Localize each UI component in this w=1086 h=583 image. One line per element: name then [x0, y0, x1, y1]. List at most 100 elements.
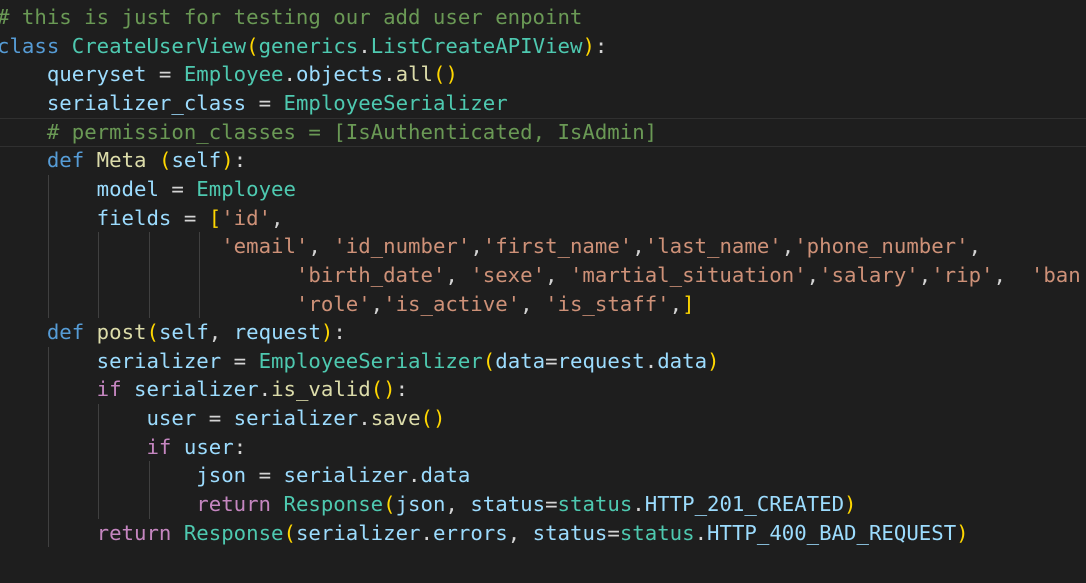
code-token: .: [383, 62, 396, 87]
code-token: model: [96, 176, 159, 201]
code-line[interactable]: if user:: [0, 433, 246, 462]
code-token: ,: [669, 291, 683, 316]
code-token: request: [233, 320, 321, 345]
code-token: generics: [258, 33, 359, 58]
code-token: (: [146, 320, 159, 345]
code-token: 'last_name': [644, 234, 782, 259]
code-token: fields: [96, 205, 172, 230]
code-token: Meta: [96, 148, 147, 173]
code-token: .: [283, 62, 296, 87]
code-token: 'id': [221, 205, 272, 230]
code-token: serializer: [233, 406, 359, 431]
code-line[interactable]: # permission_classes = [IsAuthenticated,…: [0, 118, 657, 147]
code-line[interactable]: 'birth_date', 'sexe', 'martial_situation…: [0, 261, 1081, 290]
code-token: :: [395, 377, 409, 402]
code-token: 'phone_number': [794, 234, 969, 259]
code-token: # this is just for testing our add user …: [0, 5, 583, 29]
code-line[interactable]: # this is just for testing our add user …: [0, 3, 582, 32]
code-token: if: [146, 434, 172, 459]
code-token: status: [557, 492, 633, 517]
code-token: =: [607, 520, 620, 545]
code-token: self: [171, 148, 222, 173]
code-line[interactable]: user = serializer.save(): [0, 404, 445, 433]
code-line[interactable]: model = Employee: [0, 175, 296, 204]
code-token: [: [208, 205, 222, 230]
code-line[interactable]: 'email', 'id_number','first_name','last_…: [0, 232, 981, 261]
code-token: (: [283, 520, 296, 545]
code-token: .: [420, 520, 433, 545]
code-token: ): [707, 348, 720, 373]
code-token: .: [694, 520, 708, 545]
code-token: # permission_classes = [IsAuthenticated,…: [46, 119, 658, 144]
code-token: data: [420, 463, 471, 488]
code-line[interactable]: 'role','is_active', 'is_staff',]: [0, 290, 695, 319]
code-token: is_valid: [271, 377, 371, 402]
code-token: status: [532, 520, 608, 545]
code-token: data: [657, 348, 708, 373]
code-line[interactable]: def post(self, request):: [0, 318, 346, 347]
code-token: (: [158, 148, 172, 173]
code-token: ]: [682, 291, 695, 316]
code-line[interactable]: json = serializer.data: [0, 461, 470, 490]
code-line[interactable]: fields = ['id',: [0, 204, 284, 233]
code-token: =: [545, 348, 558, 373]
code-token: ,: [445, 262, 471, 287]
code-token: (): [420, 406, 446, 431]
code-token: ,: [632, 234, 645, 259]
code-line[interactable]: serializer = EmployeeSerializer(data=req…: [0, 347, 720, 376]
code-token: ): [956, 520, 969, 545]
code-token: json: [395, 492, 446, 517]
code-token: =: [171, 205, 209, 230]
code-token: CreateUserView: [71, 33, 247, 58]
code-token: ,: [271, 205, 284, 230]
code-token: =: [221, 348, 259, 373]
code-token: :: [233, 148, 247, 173]
code-line[interactable]: serializer_class = EmployeeSerializer: [0, 89, 508, 118]
code-token: :: [594, 33, 608, 58]
code-token: 'is_staff': [545, 291, 670, 316]
code-token: ,: [545, 262, 570, 287]
code-line[interactable]: if serializer.is_valid():: [0, 375, 408, 404]
code-token: EmployeeSerializer: [283, 90, 508, 115]
code-line[interactable]: queryset = Employee.objects.all(): [0, 60, 458, 89]
code-token: status: [619, 520, 695, 545]
code-token: (): [370, 377, 396, 402]
code-token: Response: [283, 492, 384, 517]
code-token: ,: [520, 291, 546, 316]
code-line[interactable]: return Response(serializer.errors, statu…: [0, 519, 969, 548]
code-line[interactable]: return Response(json, status=status.HTTP…: [0, 490, 856, 519]
code-token: serializer_class: [46, 90, 247, 115]
code-token: (: [246, 33, 259, 58]
code-token: .: [632, 492, 645, 517]
code-token: =: [246, 90, 284, 115]
code-token: save: [370, 406, 421, 431]
code-token: queryset: [46, 62, 147, 87]
code-line[interactable]: class CreateUserView(generics.ListCreate…: [0, 32, 607, 61]
code-token: def: [46, 320, 85, 345]
code-token: :: [333, 320, 346, 345]
code-token: .: [358, 406, 371, 431]
code-token: Employee: [183, 62, 284, 87]
code-token: post: [96, 320, 147, 345]
code-token: ,: [918, 262, 932, 287]
code-token: ): [221, 148, 234, 173]
code-token: =: [146, 62, 184, 87]
code-token: .: [644, 348, 658, 373]
code-token: 'salary': [819, 262, 919, 287]
code-token: HTTP_201_CREATED: [644, 492, 845, 517]
code-line[interactable]: def Meta (self):: [0, 146, 246, 175]
code-token: objects: [295, 62, 384, 87]
code-editor[interactable]: # this is just for testing our add user …: [0, 0, 1086, 583]
